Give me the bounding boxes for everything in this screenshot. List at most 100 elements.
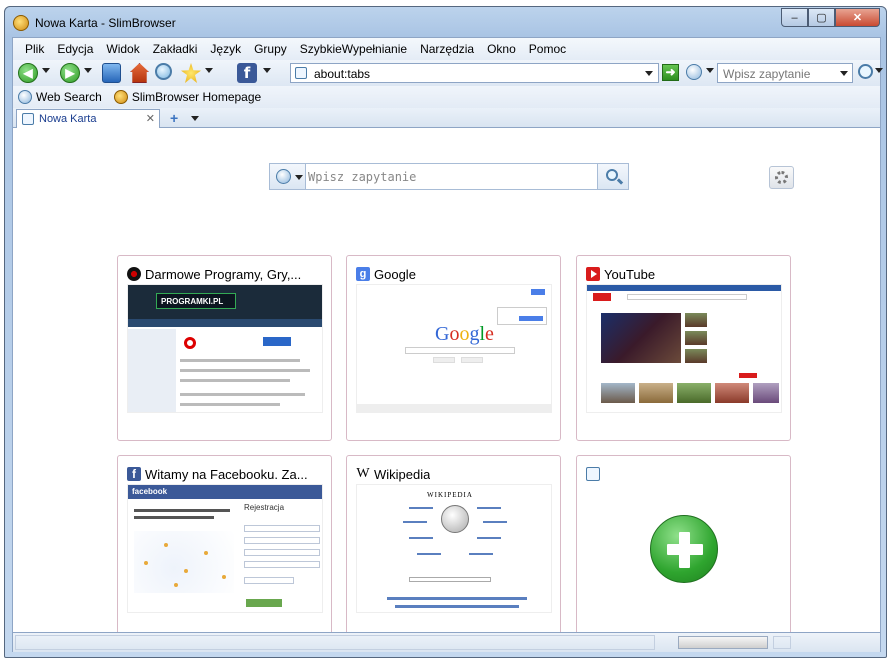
language-link (403, 521, 427, 523)
browser-window: Nowa Karta - SlimBrowser – ▢ ✕ Plik Edyc… (4, 6, 887, 658)
tab-nowa-karta[interactable]: Nowa Karta ✕ (16, 109, 160, 128)
thumb-popup-button (519, 316, 543, 321)
language-link (417, 553, 441, 555)
menu-okno[interactable]: Okno (487, 42, 516, 56)
search-engine-dropdown[interactable] (706, 68, 714, 73)
google-icon: g (356, 267, 370, 281)
maximize-button[interactable]: ▢ (808, 8, 835, 27)
search-placeholder: Wpisz zapytanie (723, 67, 811, 81)
menu-narzedzia[interactable]: Narzędzia (420, 42, 474, 56)
menu-jezyk[interactable]: Język (210, 42, 241, 56)
thumb-text-line (180, 393, 305, 396)
favorites-button[interactable] (181, 63, 201, 83)
tile-title: Witamy na Facebooku. Za... (145, 466, 308, 482)
search-options-dropdown[interactable] (875, 68, 883, 73)
thumb-header: facebook (128, 485, 322, 499)
address-input[interactable]: about:tabs (314, 67, 370, 81)
status-zone (773, 636, 791, 649)
newtab-search-button[interactable] (597, 164, 628, 189)
page-icon (295, 67, 307, 79)
window-title: Nowa Karta - SlimBrowser (35, 16, 176, 30)
language-link (477, 537, 501, 539)
forward-history-dropdown[interactable] (84, 68, 92, 73)
tile-header: g Google (356, 265, 554, 283)
address-dropdown[interactable] (645, 71, 653, 76)
thumb-search-box (409, 577, 491, 582)
link-slimbrowser-homepage[interactable]: SlimBrowser Homepage (113, 90, 262, 104)
title-bar[interactable]: Nowa Karta - SlimBrowser – ▢ ✕ (5, 7, 886, 37)
menu-plik[interactable]: Plik (25, 42, 44, 56)
thumb-nav (128, 319, 322, 327)
link-label: SlimBrowser Homepage (131, 90, 262, 104)
speed-dial-tile-youtube[interactable]: YouTube (576, 255, 791, 441)
thumb-footer (357, 404, 551, 412)
link-label: Web Search (36, 90, 102, 104)
menu-szybkie-wypelnianie[interactable]: SzybkieWypełnianie (300, 42, 407, 56)
plus-bar (679, 532, 690, 568)
tile-header (586, 465, 784, 483)
logo-letter: g (469, 323, 480, 345)
go-button[interactable]: ➜ (662, 64, 679, 81)
speed-dial-tile-google[interactable]: g Google Google (346, 255, 561, 441)
map-dot (144, 561, 148, 565)
speed-dial-tile-facebook[interactable]: f Witamy na Facebooku. Za... facebook Re… (117, 455, 332, 641)
menu-edycja[interactable]: Edycja (57, 42, 93, 56)
status-bar (13, 632, 880, 652)
facebook-dropdown[interactable] (263, 68, 271, 73)
thumb-text-line (180, 369, 310, 372)
tile-title: Darmowe Programy, Gry,... (145, 266, 302, 282)
menu-grupy[interactable]: Grupy (254, 42, 287, 56)
thumb-world-map (134, 531, 234, 593)
map-dot (222, 575, 226, 579)
search-engine-icon[interactable] (686, 64, 702, 80)
menu-pomoc[interactable]: Pomoc (529, 42, 566, 56)
speed-dial-tile-add[interactable] (576, 455, 791, 641)
thumb-field (244, 577, 294, 584)
google-logo: Google (435, 323, 494, 346)
logo-letter: o (449, 323, 460, 345)
home-button[interactable] (130, 63, 149, 83)
thumb-video (601, 383, 635, 403)
speed-dial-tile-wikipedia[interactable]: W Wikipedia WIKIPEDIA (346, 455, 561, 641)
menu-zakladki[interactable]: Zakładki (153, 42, 198, 56)
add-site-icon[interactable] (650, 515, 718, 583)
slimbrowser-icon (13, 15, 29, 31)
facebook-logo: facebook (132, 487, 168, 496)
address-bar[interactable]: about:tabs (290, 63, 659, 83)
thumb-button (433, 357, 455, 363)
language-link (409, 537, 433, 539)
tile-thumbnail (586, 284, 782, 413)
tab-list-dropdown[interactable] (191, 116, 199, 121)
link-web-search[interactable]: Web Search (18, 90, 102, 104)
tab-close-icon[interactable]: ✕ (146, 112, 155, 125)
menu-widok[interactable]: Widok (106, 42, 139, 56)
minimize-button[interactable]: – (781, 8, 808, 27)
language-link (409, 507, 433, 509)
search-engine-selector[interactable] (270, 164, 306, 189)
refresh-button[interactable] (102, 63, 121, 83)
search-history-dropdown[interactable] (840, 71, 848, 76)
magnifier-handle (616, 178, 624, 185)
thumb-text-line (180, 359, 300, 362)
search-go-icon[interactable] (858, 64, 873, 79)
tile-header: W Wikipedia (356, 465, 554, 483)
new-tab-button[interactable]: + (170, 111, 178, 125)
newtab-search-input[interactable]: Wpisz zapytanie (308, 170, 416, 184)
tab-bar: Nowa Karta ✕ + (13, 108, 880, 128)
newtab-settings-button[interactable] (769, 166, 794, 189)
search-field[interactable]: Wpisz zapytanie (717, 63, 853, 83)
links-bar: Web Search SlimBrowser Homepage (13, 86, 880, 108)
favorites-dropdown[interactable] (205, 68, 213, 73)
speed-dial-tile-programki[interactable]: Darmowe Programy, Gry,... PROGRAMKI.PL (117, 255, 332, 441)
close-button[interactable]: ✕ (835, 8, 880, 27)
thumb-field (244, 561, 320, 568)
thumb-button (263, 337, 291, 346)
back-history-dropdown[interactable] (42, 68, 50, 73)
thumb-search-box (405, 347, 515, 354)
logo-letter: G (435, 323, 450, 345)
search-button[interactable] (155, 63, 172, 80)
back-button[interactable]: ◀ (18, 63, 38, 83)
facebook-button[interactable]: f (237, 63, 257, 83)
thumb-banner (587, 285, 781, 291)
forward-button[interactable]: ▶ (60, 63, 80, 83)
